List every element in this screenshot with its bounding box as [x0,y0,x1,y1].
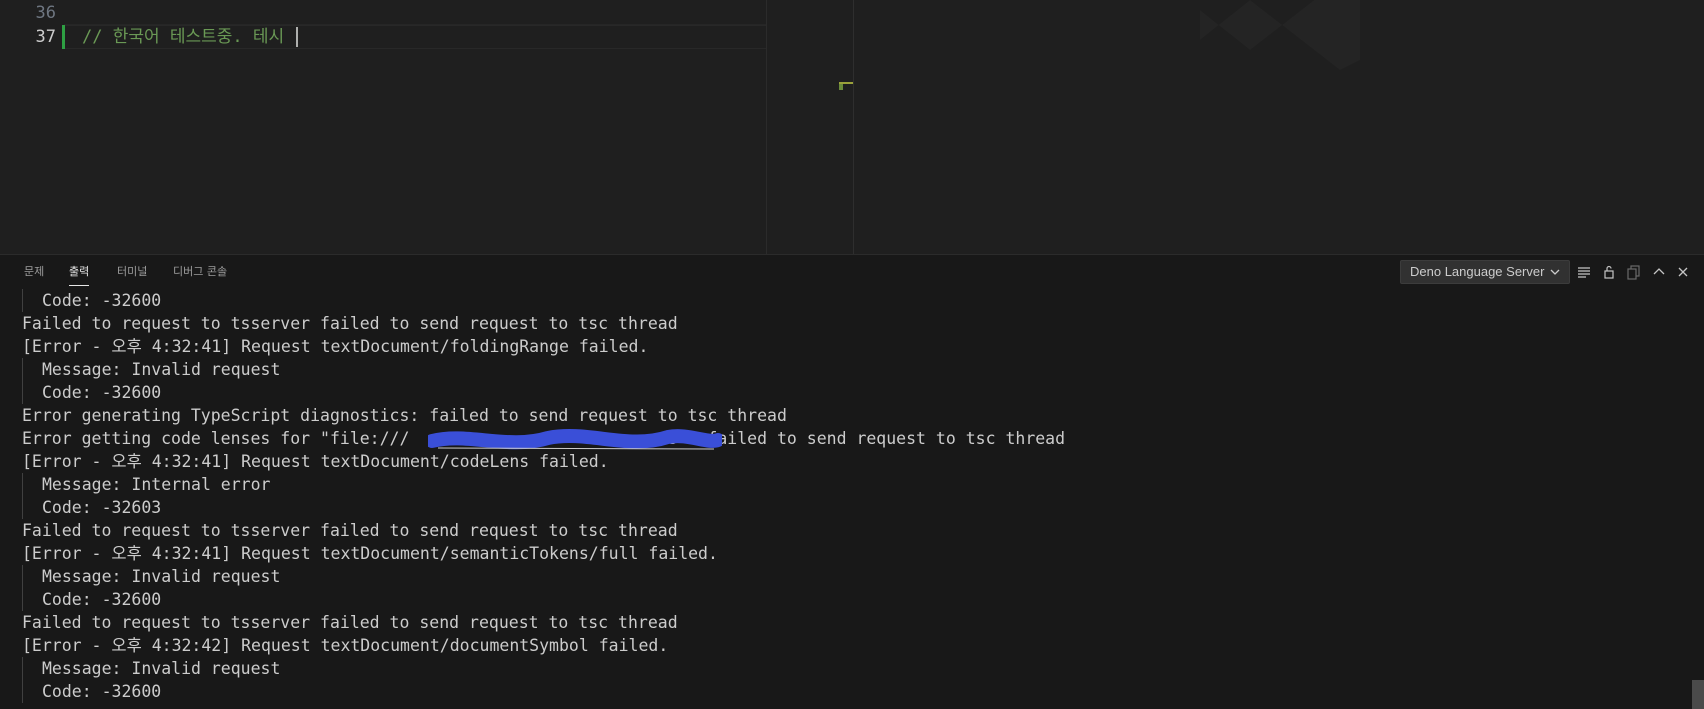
output-line: Code: -32600 [42,291,162,310]
output-channel-select[interactable]: Deno Language Server [1400,260,1570,284]
lock-icon[interactable] [1600,263,1618,281]
output-line: Code: -32600 [42,383,162,402]
output-line: [Error - 오후 4:32:42] Request textDocumen… [22,636,669,655]
output-line: Code: -32600 [42,682,162,701]
tab-problems[interactable]: 문제 [24,255,44,289]
tab-output[interactable]: 출력 [69,255,90,289]
indent-guide [22,473,23,519]
code-line-37[interactable]: // 한국어 테스트중. 테시 [82,25,284,49]
output-line: [Error - 오후 4:32:41] Request textDocumen… [22,337,649,356]
code-line-36[interactable] [64,1,766,25]
text-cursor [296,27,298,47]
close-icon[interactable] [1674,263,1692,281]
list-filter-icon[interactable] [1575,263,1593,281]
bottom-panel: 문제 출력 터미널 디버그 콘솔 Deno Language Server Co… [0,254,1704,709]
output-line: Failed to request to tsserver failed to … [22,314,678,333]
output-line: Message: Invalid request [42,567,281,586]
line-number-37: 37 [35,27,56,47]
line-number-36: 36 [35,3,56,23]
tab-terminal[interactable]: 터미널 [117,255,147,289]
indent-guide [22,657,23,703]
chevron-up-icon[interactable] [1650,263,1668,281]
git-change-indicator[interactable] [62,25,65,49]
tab-debug-console[interactable]: 디버그 콘솔 [173,255,227,289]
redaction-scribble [425,428,725,454]
panel-tab-bar: 문제 출력 터미널 디버그 콘솔 Deno Language Server [0,255,1704,289]
line-number-gutter: 36 37 [0,0,64,254]
output-log[interactable]: Code: -32600 Failed to request to tsserve… [0,289,1688,709]
indent-guide [22,289,23,312]
copy-icon[interactable] [1625,263,1643,281]
output-line: Code: -32603 [42,498,162,517]
indent-guide [22,358,23,404]
output-line: Failed to request to tsserver failed to … [22,521,678,540]
output-line: Code: -32600 [42,590,162,609]
output-line: Message: Invalid request [42,659,281,678]
indent-guide [22,565,23,611]
vscode-window: 36 37 // 한국어 테스트중. 테시 문제 출력 터미널 디버그 콘솔 D… [0,0,1704,709]
vscode-logo-watermark-icon [1200,0,1360,70]
output-line: [Error - 오후 4:32:41] Request textDocumen… [22,544,718,563]
minimap[interactable] [767,0,853,254]
output-line: Error generating TypeScript diagnostics:… [22,406,787,425]
scrollbar-divider [853,0,854,254]
chevron-down-icon [1549,261,1561,290]
output-scrollbar[interactable] [1690,289,1704,709]
output-line: Message: Invalid request [42,360,281,379]
output-line: Message: Internal error [42,475,271,494]
output-line: Failed to request to tsserver failed to … [22,613,678,632]
editor-pane[interactable]: 36 37 // 한국어 테스트중. 테시 [0,0,1704,254]
minimap-change-marker [839,84,843,90]
output-scrollbar-thumb[interactable] [1692,680,1704,709]
output-channel-label: Deno Language Server [1410,264,1545,279]
